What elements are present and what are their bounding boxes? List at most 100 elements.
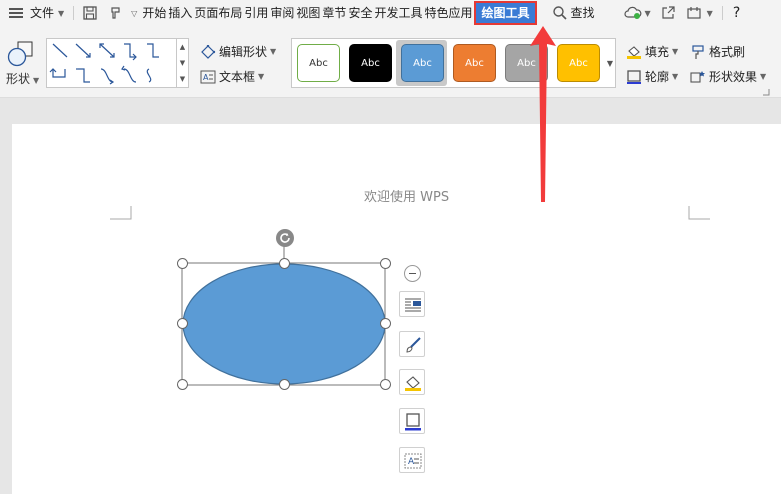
- search-label[interactable]: 查找: [570, 0, 596, 26]
- fill-bucket-icon: [405, 376, 421, 391]
- outline-button[interactable]: 轮廓 ▼: [626, 68, 678, 85]
- shape-label-text: 形状: [6, 72, 31, 86]
- tab-review[interactable]: 审阅: [269, 0, 295, 26]
- resize-handle-bottom-left[interactable]: [177, 379, 188, 390]
- outline-label: 轮廓: [645, 70, 670, 84]
- line-gallery-scroll[interactable]: ▲ ▼ ▼: [177, 38, 189, 88]
- scroll-down-icon[interactable]: ▼: [177, 55, 188, 71]
- page-header-text: 欢迎使用 WPS: [364, 190, 450, 205]
- tab-insert[interactable]: 插入: [167, 0, 193, 26]
- edit-shape-button[interactable]: 编辑形状 ▼: [200, 43, 276, 60]
- resize-handle-top-left[interactable]: [177, 258, 188, 269]
- fill-button[interactable]: 填充 ▼: [626, 43, 678, 60]
- shape-effects-button[interactable]: 形状效果 ▼: [690, 68, 766, 85]
- outline-icon: [405, 413, 421, 431]
- style-preset-blue[interactable]: Abc: [401, 44, 444, 82]
- page-margin-corner: [688, 206, 710, 220]
- edit-shape-icon: [200, 44, 216, 59]
- annotation-arrow-icon: [530, 26, 556, 202]
- style-preset-gold[interactable]: Abc: [557, 44, 600, 82]
- tab-view[interactable]: 视图: [295, 0, 321, 26]
- resize-handle-top-right[interactable]: [380, 258, 391, 269]
- style-preset-label: Abc: [465, 57, 484, 69]
- line-shapes-icon: [49, 43, 159, 85]
- style-preset-label: Abc: [413, 57, 432, 69]
- format-painter-label: 格式刷: [709, 45, 746, 59]
- style-preset-black[interactable]: Abc: [349, 44, 392, 82]
- shape-style-gallery: Abc Abc Abc Abc Abc Abc: [291, 38, 616, 88]
- shape-outline-button[interactable]: [399, 408, 425, 434]
- chevron-down-icon[interactable]: ▼: [58, 9, 64, 18]
- search-icon[interactable]: [552, 5, 568, 21]
- shapes-icon: [7, 41, 33, 67]
- textbox-button[interactable]: A 文本框 ▼: [200, 68, 264, 85]
- divider: [721, 6, 723, 20]
- dialog-launcher-icon[interactable]: [762, 88, 770, 96]
- cloud-sync-icon[interactable]: [623, 5, 641, 21]
- style-preset-label: Abc: [309, 57, 328, 69]
- shape-button[interactable]: 形状 ▼: [4, 40, 40, 86]
- resize-handle-left[interactable]: [177, 318, 188, 329]
- brush-icon: [406, 337, 421, 353]
- textbox-side-button[interactable]: A: [399, 447, 425, 473]
- resize-handle-right[interactable]: [380, 318, 391, 329]
- chevron-down-icon[interactable]: ▼: [707, 9, 713, 18]
- chevron-down-icon: ▼: [760, 72, 767, 81]
- share-icon[interactable]: [660, 5, 676, 21]
- chevron-down-icon: ▼: [672, 72, 679, 81]
- tab-drawing-tools[interactable]: 绘图工具: [474, 1, 537, 25]
- shape-label: 形状 ▼: [6, 70, 39, 87]
- shape-effects-label: 形状效果: [709, 70, 758, 84]
- svg-text:A: A: [203, 73, 209, 82]
- resize-handle-bottom-right[interactable]: [380, 379, 391, 390]
- textbox-icon: A: [200, 70, 216, 84]
- tab-section[interactable]: 章节: [321, 0, 347, 26]
- tab-page-layout[interactable]: 页面布局: [193, 0, 243, 26]
- shape-style-button[interactable]: [399, 331, 425, 357]
- tab-special-apps[interactable]: 特色应用: [423, 0, 473, 26]
- style-preset-label: Abc: [361, 57, 380, 69]
- resize-handle-bottom[interactable]: [279, 379, 290, 390]
- text-wrap-icon: [405, 298, 421, 312]
- fill-label: 填充: [645, 45, 670, 59]
- format-painter-button[interactable]: 格式刷: [690, 43, 745, 60]
- collapse-toolbar-button[interactable]: [404, 265, 421, 282]
- shape-effects-icon: [690, 70, 706, 84]
- expand-gallery-icon[interactable]: ▼: [177, 71, 188, 87]
- layout-options-button[interactable]: [399, 291, 425, 317]
- menu-icon[interactable]: [9, 7, 23, 19]
- more-icon[interactable]: [686, 5, 702, 21]
- quick-access-dropdown-icon[interactable]: ▽: [131, 9, 137, 18]
- ellipse[interactable]: [182, 263, 386, 385]
- style-preset-label: Abc: [569, 57, 588, 69]
- chevron-down-icon: ▼: [672, 47, 679, 56]
- page-margin-corner: [110, 206, 132, 220]
- style-gallery-more-icon[interactable]: ▼: [604, 38, 616, 88]
- save-icon[interactable]: [82, 5, 98, 21]
- chevron-down-icon: ▼: [33, 76, 40, 85]
- style-preset-orange[interactable]: Abc: [453, 44, 496, 82]
- format-painter-icon: [690, 44, 706, 59]
- file-menu[interactable]: 文件: [29, 0, 55, 26]
- chevron-down-icon: ▼: [270, 47, 277, 56]
- tab-references[interactable]: 引用: [243, 0, 269, 26]
- chevron-down-icon[interactable]: ▼: [645, 9, 651, 18]
- shape-fill-button[interactable]: [399, 369, 425, 395]
- svg-text:A: A: [408, 457, 415, 467]
- format-painter-icon[interactable]: [108, 5, 124, 21]
- ribbon: 形状 ▼ ▲ ▼ ▼ 编辑形状 ▼ A 文本框 ▼ Abc Abc Abc Ab…: [0, 26, 781, 98]
- tab-developer[interactable]: 开发工具: [373, 0, 423, 26]
- menu-bar: 文件 ▼ ▽ 开始 插入 页面布局 引用 审阅 视图 章节 安全 开发工具 特色…: [0, 0, 781, 26]
- style-preset-white[interactable]: Abc: [297, 44, 340, 82]
- outline-icon: [626, 69, 642, 84]
- chevron-down-icon: ▼: [258, 72, 265, 81]
- selected-ellipse-shape[interactable]: [170, 224, 400, 396]
- tab-home[interactable]: 开始: [141, 0, 167, 26]
- scroll-up-icon[interactable]: ▲: [177, 39, 188, 55]
- help-button[interactable]: ?: [732, 0, 741, 26]
- resize-handle-top[interactable]: [279, 258, 290, 269]
- line-shape-gallery[interactable]: [46, 38, 177, 88]
- tab-security[interactable]: 安全: [347, 0, 373, 26]
- edit-shape-label: 编辑形状: [219, 45, 268, 59]
- rotate-handle-icon[interactable]: [275, 228, 295, 248]
